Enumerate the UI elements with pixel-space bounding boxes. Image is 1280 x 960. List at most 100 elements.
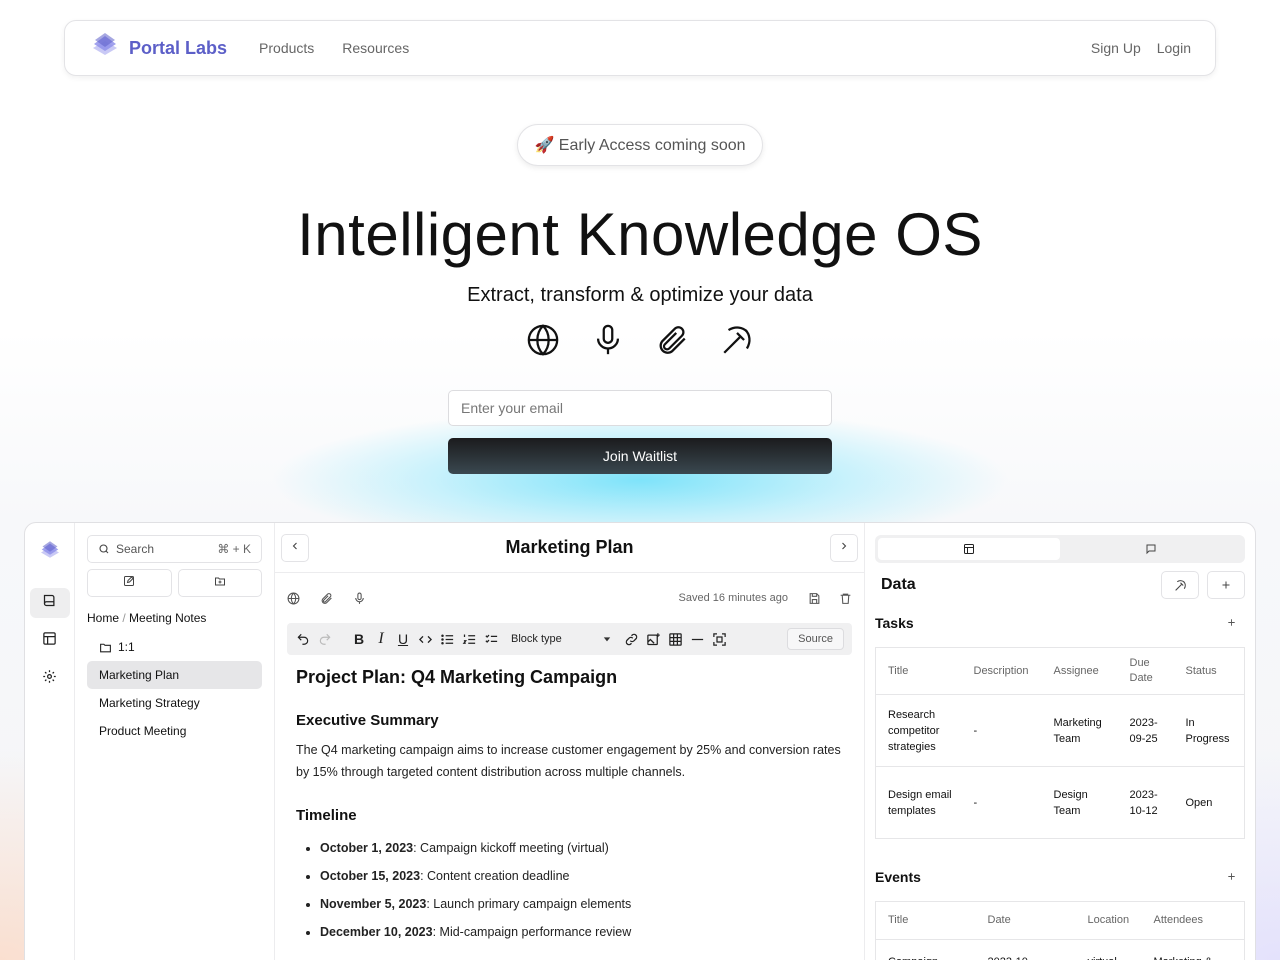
rail-notes-button[interactable] — [29, 588, 70, 618]
column-header: Status — [1173, 647, 1245, 695]
document-body[interactable]: Project Plan: Q4 Marketing Campaign Exec… — [275, 655, 864, 956]
undo-icon[interactable] — [295, 631, 311, 647]
chevron-left-icon — [289, 539, 301, 557]
source-button[interactable]: Source — [787, 628, 844, 650]
edit-icon — [123, 574, 135, 592]
save-icon[interactable] — [808, 592, 821, 605]
bold-icon[interactable]: B — [351, 631, 367, 647]
cell: In Progress — [1173, 694, 1245, 767]
globe-icon[interactable] — [287, 591, 300, 605]
breadcrumb-separator: / — [122, 611, 126, 625]
tree-item-marketing-strategy[interactable]: Marketing Strategy — [87, 689, 262, 717]
trash-icon[interactable] — [839, 592, 852, 605]
add-event-icon[interactable] — [1226, 869, 1237, 885]
cell: virtual — [1075, 939, 1142, 960]
new-folder-button[interactable] — [177, 569, 262, 597]
paperclip-icon[interactable] — [655, 323, 689, 362]
doc-timeline-heading: Timeline — [296, 807, 357, 824]
login-link[interactable]: Login — [1157, 40, 1191, 56]
horizontal-rule-icon[interactable] — [689, 631, 705, 647]
prev-note-button[interactable] — [281, 533, 309, 562]
tree-item-product-meeting[interactable]: Product Meeting — [87, 717, 262, 745]
new-note-button[interactable] — [87, 569, 172, 597]
column-header: Title — [875, 647, 962, 695]
cell: 2023-10-12 — [1117, 766, 1174, 839]
table-row[interactable]: Research competitor strategies - Marketi… — [875, 694, 1245, 767]
hero-subtitle: Extract, transform & optimize your data — [467, 284, 813, 306]
table-insert-icon[interactable] — [667, 631, 683, 647]
folder-icon — [99, 641, 112, 654]
data-panel: Data Tasks Title Description Assignee Du… — [865, 523, 1255, 960]
code-icon[interactable] — [417, 631, 433, 647]
redo-icon[interactable] — [317, 631, 333, 647]
pickaxe-icon[interactable] — [720, 323, 754, 362]
block-type-select[interactable]: Block type — [511, 633, 611, 645]
tasks-table: Title Description Assignee Due Date Stat… — [875, 647, 1245, 839]
globe-icon[interactable] — [526, 323, 560, 362]
list-item: November 5, 2023: Launch primary campaig… — [320, 890, 843, 918]
link-icon[interactable] — [623, 631, 639, 647]
search-shortcut: ⌘ + K — [217, 542, 251, 556]
underline-icon[interactable]: U — [395, 631, 411, 647]
chevron-right-icon — [838, 539, 850, 557]
list-item: October 1, 2023: Campaign kickoff meetin… — [320, 834, 843, 862]
note-title: Marketing Plan — [505, 537, 634, 557]
cell: Campaign — [875, 939, 976, 960]
list-item: October 15, 2023: Content creation deadl… — [320, 862, 843, 890]
brand[interactable]: Portal Labs — [89, 30, 227, 67]
fullscreen-icon[interactable] — [711, 631, 727, 647]
rail-table-button[interactable] — [30, 626, 70, 656]
breadcrumb-current[interactable]: Meeting Notes — [129, 611, 206, 625]
checklist-icon[interactable] — [483, 631, 499, 647]
gear-icon — [42, 669, 57, 689]
email-input[interactable] — [448, 390, 832, 426]
table-icon — [963, 543, 975, 555]
tree-item-label: Product Meeting — [99, 724, 187, 738]
cell: 2023-09-25 — [1117, 694, 1174, 767]
events-table: Title Date Location Attendees Campaign 2… — [875, 901, 1245, 960]
tree-item-label: 1:1 — [118, 640, 135, 654]
search-label: Search — [116, 542, 155, 556]
nav-resources-link[interactable]: Resources — [342, 40, 409, 56]
bullet-list-icon[interactable] — [439, 631, 455, 647]
microphone-icon[interactable] — [591, 323, 625, 362]
cell: - — [961, 766, 1042, 839]
panel-title: Data — [881, 576, 916, 593]
editor: Marketing Plan Saved 16 minutes ago B I … — [275, 523, 865, 960]
cell: Research competitor strategies — [875, 694, 962, 767]
icon-rail — [25, 523, 75, 960]
column-header: Description — [961, 647, 1042, 695]
tree-item-folder[interactable]: 1:1 — [87, 633, 262, 661]
microphone-icon[interactable] — [353, 592, 366, 605]
cell: 2023-10- — [975, 939, 1076, 960]
pickaxe-icon — [1174, 579, 1187, 592]
join-waitlist-button[interactable]: Join Waitlist — [448, 438, 832, 474]
image-add-icon[interactable] — [645, 631, 661, 647]
nav-products-link[interactable]: Products — [259, 40, 314, 56]
table-row[interactable]: Campaign 2023-10- virtual Marketing & — [875, 939, 1245, 960]
add-task-icon[interactable] — [1226, 615, 1237, 631]
book-icon — [42, 593, 57, 613]
tab-data[interactable] — [878, 538, 1060, 560]
rail-settings-button[interactable] — [30, 664, 70, 694]
cell: Design Team — [1041, 766, 1118, 839]
paperclip-icon[interactable] — [320, 592, 333, 605]
tree-item-label: Marketing Strategy — [99, 696, 200, 710]
doc-heading: Project Plan: Q4 Marketing Campaign — [296, 667, 618, 687]
table-row[interactable]: Design email templates - Design Team 202… — [875, 766, 1245, 839]
extract-button[interactable] — [1161, 571, 1199, 599]
breadcrumb-home[interactable]: Home — [87, 611, 119, 625]
sign-up-link[interactable]: Sign Up — [1091, 40, 1141, 56]
tree-item-marketing-plan[interactable]: Marketing Plan — [87, 661, 262, 689]
doc-summary-text: The Q4 marketing campaign aims to increa… — [296, 743, 841, 779]
table-icon — [42, 631, 57, 651]
add-data-button[interactable] — [1207, 571, 1245, 599]
numbered-list-icon[interactable] — [461, 631, 477, 647]
caret-down-icon — [603, 635, 611, 643]
early-access-badge: 🚀 Early Access coming soon — [517, 124, 763, 166]
next-note-button[interactable] — [830, 533, 858, 562]
search-box[interactable]: Search ⌘ + K — [87, 535, 262, 563]
italic-icon[interactable]: I — [373, 630, 389, 647]
tree-item-label: Marketing Plan — [99, 668, 180, 682]
tab-chat[interactable] — [1060, 538, 1242, 560]
